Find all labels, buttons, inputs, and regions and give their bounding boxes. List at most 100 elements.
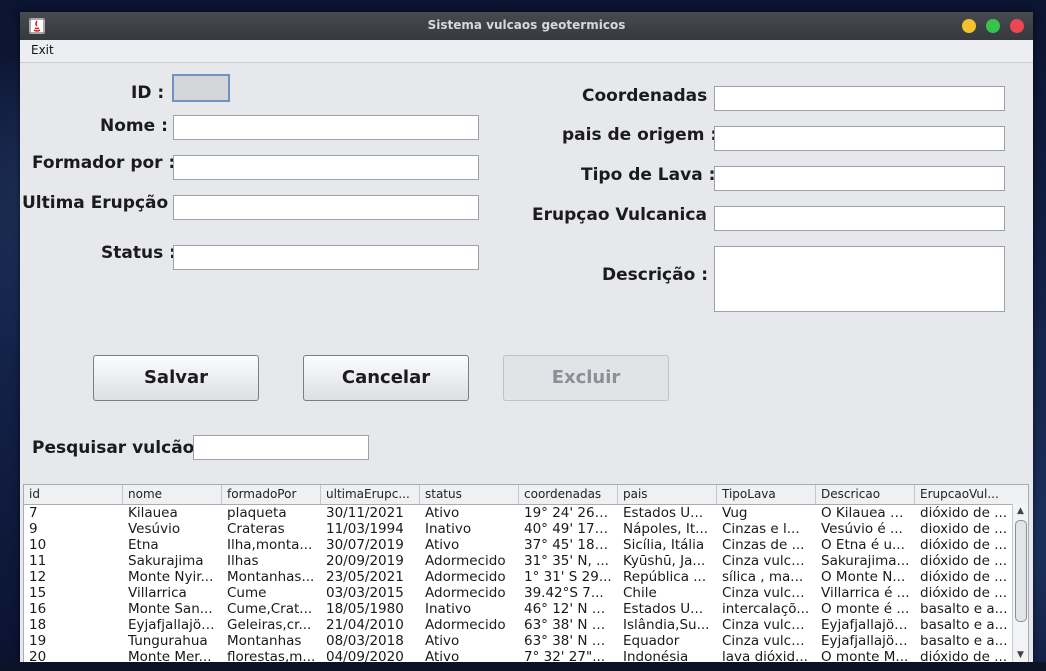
- table-cell[interactable]: Monte San...: [123, 601, 222, 617]
- table-cell[interactable]: Eyjafjallajök...: [816, 633, 915, 649]
- table-cell[interactable]: Sakurajima: [123, 553, 222, 569]
- table-cell[interactable]: Cinza vulcâ...: [717, 633, 816, 649]
- table-cell[interactable]: 12: [24, 569, 123, 585]
- table-cell[interactable]: 20/09/2019: [321, 553, 420, 569]
- close-button[interactable]: [1010, 19, 1024, 33]
- table-cell[interactable]: Etna: [123, 537, 222, 553]
- title-bar[interactable]: Sistema vulcaos geotermicos: [20, 12, 1033, 40]
- scroll-thumb[interactable]: [1015, 520, 1027, 622]
- table-cell[interactable]: 9: [24, 521, 123, 537]
- scroll-up-icon[interactable]: ▲: [1015, 506, 1026, 518]
- table-cell[interactable]: Cinza vulcâ...: [717, 553, 816, 569]
- table-row[interactable]: 9 Vesúvio Crateras 11/03/1994 Inativo 40° 49'…: [24, 521, 1014, 537]
- menu-exit[interactable]: Exit: [31, 43, 54, 57]
- column-header[interactable]: nome: [123, 485, 222, 504]
- table-cell[interactable]: Islândia,Su...: [618, 617, 717, 633]
- table-cell[interactable]: 15: [24, 585, 123, 601]
- coordenadas-field[interactable]: [714, 86, 1005, 111]
- table-row[interactable]: 7 Kilauea plaqueta 30/11/2021 Ativo 19° 24' 2…: [24, 505, 1014, 521]
- table-cell[interactable]: Montanhas...: [222, 569, 321, 585]
- table-cell[interactable]: 19: [24, 633, 123, 649]
- table-row[interactable]: 15 Villarrica Cume 03/03/2015 Adormecido 39.4…: [24, 585, 1014, 601]
- status-field[interactable]: [173, 245, 479, 270]
- table-cell[interactable]: Ativo: [420, 633, 519, 649]
- table-cell[interactable]: 30/07/2019: [321, 537, 420, 553]
- table-cell[interactable]: Eyjafjallajök...: [816, 617, 915, 633]
- table-cell[interactable]: basalto e a...: [915, 601, 1014, 617]
- table-cell[interactable]: dioxido de ...: [915, 521, 1014, 537]
- table-cell[interactable]: dióxido de ...: [915, 585, 1014, 601]
- table-cell[interactable]: Sakurajima...: [816, 553, 915, 569]
- table-cell[interactable]: 10: [24, 537, 123, 553]
- nome-field[interactable]: [173, 115, 479, 140]
- table-cell[interactable]: 11: [24, 553, 123, 569]
- table-row[interactable]: 16 Monte San... Cume,Crat... 18/05/1980 Inat…: [24, 601, 1014, 617]
- table-cell[interactable]: Cinza vulcâ...: [717, 617, 816, 633]
- erupcao-vulcanica-field[interactable]: [714, 206, 1005, 231]
- formador-field[interactable]: [173, 155, 479, 180]
- table-cell[interactable]: dióxido de ...: [915, 569, 1014, 585]
- table-cell[interactable]: 37° 45' 18"...: [519, 537, 618, 553]
- table-cell[interactable]: Cinzas e l...: [717, 521, 816, 537]
- table-cell[interactable]: 18/05/1980: [321, 601, 420, 617]
- table-cell[interactable]: Vesúvio: [123, 521, 222, 537]
- table-cell[interactable]: Geleiras,cr...: [222, 617, 321, 633]
- table-cell[interactable]: Inativo: [420, 601, 519, 617]
- scroll-down-icon[interactable]: ▼: [1015, 650, 1026, 662]
- table-cell[interactable]: 08/03/2018: [321, 633, 420, 649]
- table-cell[interactable]: Ativo: [420, 537, 519, 553]
- table-cell[interactable]: 40° 49' 17"...: [519, 521, 618, 537]
- id-field[interactable]: [172, 74, 230, 102]
- table-cell[interactable]: República ...: [618, 569, 717, 585]
- table-cell[interactable]: Tungurahua: [123, 633, 222, 649]
- column-header[interactable]: ultimaErupc...: [321, 485, 420, 504]
- salvar-button[interactable]: Salvar: [93, 355, 259, 401]
- column-header[interactable]: formadoPor: [222, 485, 321, 504]
- table-cell[interactable]: Cinzas de ...: [717, 537, 816, 553]
- column-header[interactable]: TipoLava: [717, 485, 816, 504]
- table-cell[interactable]: Montanhas: [222, 633, 321, 649]
- pais-field[interactable]: [714, 126, 1005, 151]
- table-cell[interactable]: Adormecido: [420, 569, 519, 585]
- table-cell[interactable]: 39.42°S 7...: [519, 585, 618, 601]
- table-cell[interactable]: Chile: [618, 585, 717, 601]
- table-cell[interactable]: Nápoles, It...: [618, 521, 717, 537]
- column-header[interactable]: coordenadas: [519, 485, 618, 504]
- column-header[interactable]: pais: [618, 485, 717, 504]
- table-cell[interactable]: 03/03/2015: [321, 585, 420, 601]
- table-cell[interactable]: 30/11/2021: [321, 505, 420, 521]
- table-cell[interactable]: Kyūshū, Ja...: [618, 553, 717, 569]
- descricao-field[interactable]: [714, 246, 1005, 312]
- table-cell[interactable]: Eyjafjallajök...: [123, 617, 222, 633]
- table-cell[interactable]: 21/04/2010: [321, 617, 420, 633]
- table-cell[interactable]: 63° 38' N 1...: [519, 617, 618, 633]
- table-row[interactable]: 19 Tungurahua Montanhas 08/03/2018 Ativo 63° …: [24, 633, 1014, 649]
- table-cell[interactable]: Vug: [717, 505, 816, 521]
- table-cell[interactable]: Equador: [618, 633, 717, 649]
- table-cell[interactable]: Estados U...: [618, 601, 717, 617]
- table-row[interactable]: 18 Eyjafjallajök... Geleiras,cr... 21/04/20…: [24, 617, 1014, 633]
- column-header[interactable]: Descricao: [816, 485, 915, 504]
- table-cell[interactable]: O Etna é u...: [816, 537, 915, 553]
- table-cell[interactable]: Ilhas: [222, 553, 321, 569]
- table-cell[interactable]: Adormecido: [420, 585, 519, 601]
- table-cell[interactable]: Cume: [222, 585, 321, 601]
- table-cell[interactable]: Monte Nyir...: [123, 569, 222, 585]
- table-cell[interactable]: Ilha,monta...: [222, 537, 321, 553]
- table-cell[interactable]: intercalaçõ...: [717, 601, 816, 617]
- table-cell[interactable]: Villarrica: [123, 585, 222, 601]
- table-cell[interactable]: dióxido de ...: [915, 553, 1014, 569]
- table-cell[interactable]: 18: [24, 617, 123, 633]
- vertical-scrollbar[interactable]: ▲ ▼: [1012, 504, 1028, 663]
- table-cell[interactable]: plaqueta: [222, 505, 321, 521]
- table-cell[interactable]: Villarrica é ...: [816, 585, 915, 601]
- table-cell[interactable]: Estados U...: [618, 505, 717, 521]
- table-row[interactable]: 12 Monte Nyir... Montanhas... 23/05/2021 Ado…: [24, 569, 1014, 585]
- table-cell[interactable]: Kilauea: [123, 505, 222, 521]
- table-cell[interactable]: Adormecido: [420, 553, 519, 569]
- column-header[interactable]: ErupcaoVul...: [915, 485, 1014, 504]
- table-cell[interactable]: Ativo: [420, 505, 519, 521]
- table-cell[interactable]: O Monte N...: [816, 569, 915, 585]
- column-header[interactable]: status: [420, 485, 519, 504]
- table-cell[interactable]: dióxido de ...: [915, 505, 1014, 521]
